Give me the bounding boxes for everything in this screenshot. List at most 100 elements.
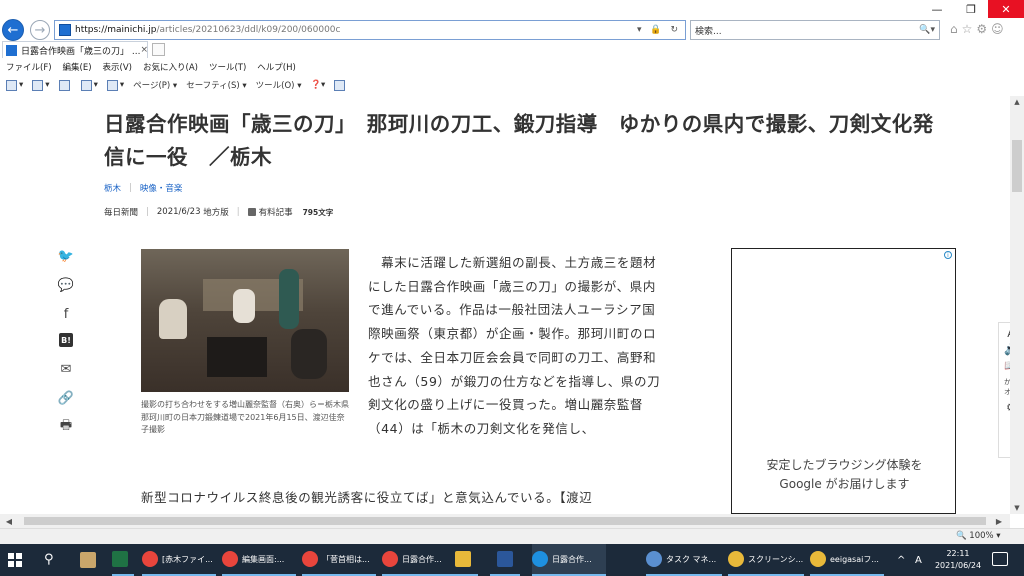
page-menu[interactable]: ページ(P) ▾	[133, 79, 177, 91]
tab-article[interactable]: 日露合作映画「歳三の刀」 ... ×	[2, 41, 148, 58]
horizontal-scrollbar[interactable]: ◀ ▶	[0, 514, 1010, 528]
mainichi-comment-icon[interactable]: 💬	[54, 275, 78, 295]
search-icon[interactable]: 🔍▾	[919, 25, 935, 35]
taskbar-window-icon	[222, 551, 238, 567]
menu-edit[interactable]: 編集(E)	[63, 61, 92, 73]
article-meta: 毎日新聞 | 2021/6/23 地方版 | 有料記事 795文字	[104, 206, 333, 218]
feeds-icon[interactable]: ▾	[32, 79, 50, 91]
tab-favicon-icon	[6, 44, 17, 56]
safety-menu[interactable]: セーフティ(S) ▾	[186, 79, 246, 91]
address-row: ← → https://mainichi.jp/articles/2021062…	[0, 18, 1024, 42]
taskbar-clock[interactable]: 22:11 2021/06/24	[930, 548, 986, 572]
taskbar-app-icon[interactable]	[80, 544, 102, 576]
menu-view[interactable]: 表示(V)	[103, 61, 132, 73]
facebook-icon[interactable]: f	[54, 304, 78, 324]
meta-divider: |	[236, 207, 240, 217]
scroll-left-icon[interactable]: ◀	[2, 514, 16, 528]
ad-text-line2: Google がお届けします	[779, 477, 910, 491]
taskbar-window-icon	[728, 551, 744, 567]
print-share-icon[interactable]: 🖶	[54, 417, 78, 437]
taskbar-window-item[interactable]: eeigasaiフ...	[810, 544, 884, 576]
back-button[interactable]: ←	[2, 19, 24, 41]
horizontal-scroll-thumb[interactable]	[24, 517, 986, 525]
vertical-scrollbar[interactable]: ▲ ▼	[1010, 96, 1024, 514]
restore-button[interactable]: ❐	[954, 0, 988, 18]
menu-favorites[interactable]: お気に入り(A)	[143, 61, 198, 73]
mail-share-icon[interactable]: ✉	[54, 359, 78, 379]
search-input[interactable]: 検索... 🔍▾	[690, 20, 940, 40]
taskbar-window-icon	[142, 551, 158, 567]
taskbar-window-item[interactable]: [赤木ファイ...	[142, 544, 216, 576]
advertisement[interactable]: i 安定したブラウジング体験を Google がお届けします	[731, 248, 956, 514]
taskbar-pinned-app-icon[interactable]	[448, 544, 478, 576]
system-tray: ^ A	[897, 544, 922, 576]
clock-date: 2021/06/24	[934, 561, 982, 570]
taskbar-window-icon	[810, 551, 826, 567]
tab-close-icon[interactable]: ×	[140, 45, 147, 55]
article-photo[interactable]	[141, 249, 349, 392]
taskbar-window-item[interactable]: タスク マネ...	[646, 544, 722, 576]
scroll-down-icon[interactable]: ▼	[1010, 502, 1024, 514]
taskbar-window-label: eeigasaiフ...	[830, 554, 879, 564]
taskbar-window-label: 日露合作...	[552, 554, 592, 564]
back-arrow-icon: ←	[7, 22, 19, 38]
menu-tools[interactable]: ツール(T)	[209, 61, 246, 73]
taskbar-window-item[interactable]: 編集画面:...	[222, 544, 296, 576]
menu-help[interactable]: ヘルプ(H)	[257, 61, 296, 73]
tray-expand-icon[interactable]: ^	[897, 555, 905, 566]
mail-icon[interactable]: ▾	[80, 79, 98, 91]
menu-file[interactable]: ファイル(F)	[6, 61, 52, 73]
scroll-right-icon[interactable]: ▶	[992, 514, 1006, 528]
windows-start-icon[interactable]	[8, 553, 22, 567]
link-copy-icon[interactable]: 🔗	[54, 388, 78, 408]
tab-row: 日露合作映画「歳三の刀」 ... ×	[0, 41, 1024, 59]
address-bar[interactable]: https://mainichi.jp/articles/20210623/dd…	[54, 20, 686, 40]
taskbar-window-label: 「菅首相は...	[322, 554, 370, 564]
tools-menu[interactable]: ツール(O) ▾	[256, 79, 302, 91]
new-tab-button[interactable]	[152, 43, 165, 56]
forward-button[interactable]: →	[30, 20, 50, 40]
taskbar-window-item[interactable]: 「菅首相は...	[302, 544, 376, 576]
edition-label: 地方版	[203, 208, 229, 218]
paid-label: 有料記事	[258, 208, 293, 218]
close-button[interactable]: ✕	[988, 0, 1024, 18]
ime-indicator[interactable]: A	[915, 555, 922, 566]
minimize-button[interactable]: —	[920, 0, 954, 18]
settings-gear-icon[interactable]: ⚙	[976, 22, 991, 36]
taskbar-window-item[interactable]: スクリーンシ...	[728, 544, 804, 576]
taskbar-window-icon	[532, 551, 548, 567]
taskbar-pinned-app-icon[interactable]	[490, 544, 520, 576]
taskbar-window-item[interactable]: 日露合作...	[532, 544, 606, 576]
meta-divider: |	[146, 207, 149, 217]
notification-icon[interactable]	[992, 552, 1008, 566]
print-icon[interactable]: ▾	[106, 79, 124, 91]
scroll-up-icon[interactable]: ▲	[1010, 96, 1024, 108]
taskbar-search-icon[interactable]: ⚲	[44, 552, 54, 567]
category-movies[interactable]: 映像・音楽	[140, 182, 183, 194]
smiley-feedback-icon[interactable]: ☺	[991, 22, 1008, 36]
taskbar-window-label: [赤木ファイ...	[162, 554, 213, 564]
research-icon[interactable]	[334, 79, 347, 91]
ad-text-line1: 安定したブラウジング体験を	[766, 458, 923, 472]
taskbar-window-item[interactable]: 日露合作...	[382, 544, 450, 576]
hatena-bookmark-icon[interactable]: B!	[59, 333, 73, 347]
windows-taskbar: ⚲ [赤木ファイ... 編集画面:... 「菅首相は... 日露合作... 日露合作..…	[0, 544, 1024, 576]
article-headline: 日露合作映画「歳三の刀」 那珂川の刀工、鍛刀指導 ゆかりの県内で撮影、刀剣文化発…	[104, 112, 934, 169]
address-controls[interactable]: ▾ 🔒 ↻	[637, 25, 681, 35]
read-mail-icon[interactable]	[58, 79, 72, 91]
zoom-level[interactable]: 🔍 100% ▾	[956, 531, 1001, 541]
forward-arrow-icon: →	[34, 22, 46, 38]
taskbar-window-label: 編集画面:...	[242, 554, 285, 564]
taskbar-window-icon	[302, 551, 318, 567]
ad-info-icon[interactable]: i	[944, 251, 952, 259]
category-tochigi[interactable]: 栃木	[104, 182, 121, 194]
taskbar-window-label: スクリーンシ...	[748, 554, 804, 564]
help-icon[interactable]: ❓▾	[310, 80, 325, 90]
vertical-scroll-thumb[interactable]	[1012, 140, 1022, 192]
taskbar-excel-icon[interactable]	[112, 544, 134, 576]
home-icon[interactable]: ⌂	[950, 22, 962, 36]
tab-title: 日露合作映画「歳三の刀」 ...	[21, 46, 141, 57]
twitter-icon[interactable]: 🐦	[54, 246, 78, 266]
favorites-star-icon[interactable]: ☆	[962, 22, 977, 36]
home-command-icon[interactable]: ▾	[6, 79, 23, 91]
